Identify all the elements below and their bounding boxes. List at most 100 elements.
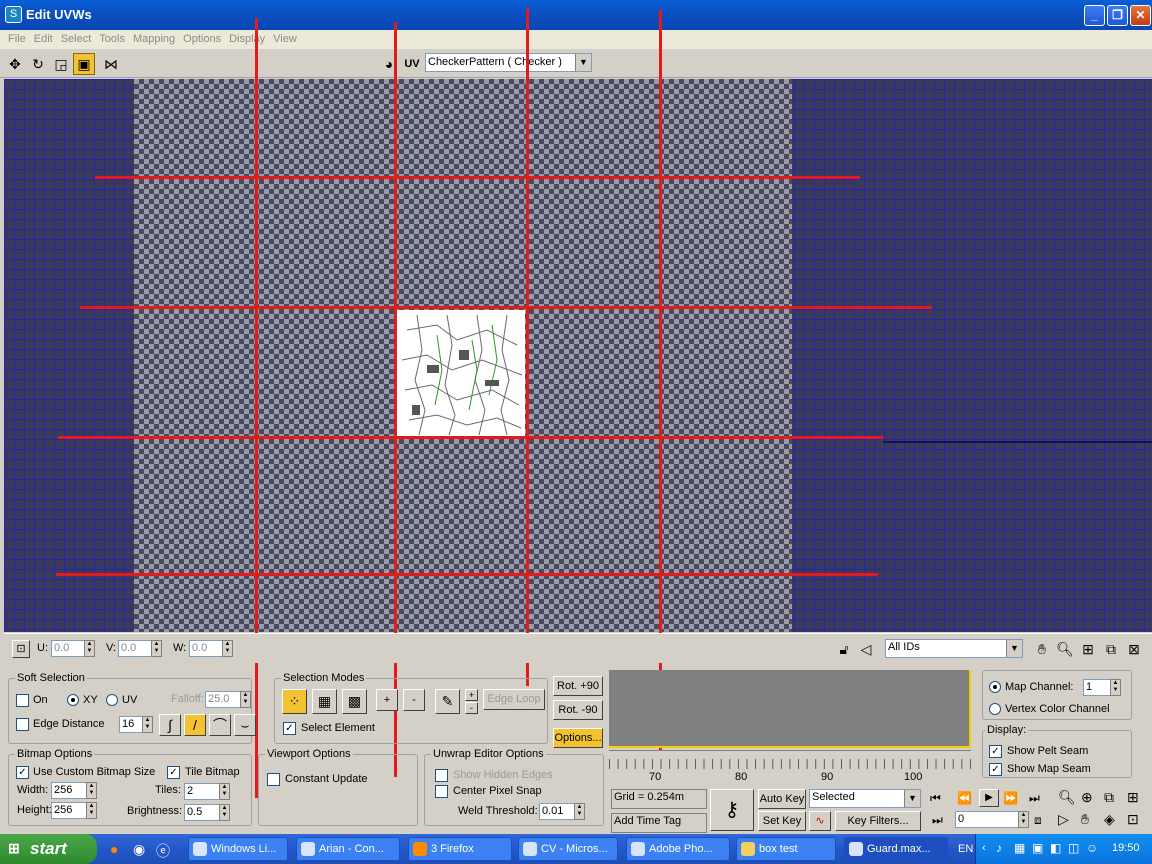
- start-button[interactable]: ⊞ start: [0, 834, 97, 864]
- spinner-icon[interactable]: ▲ ▼: [240, 691, 251, 708]
- soft-on-checkbox[interactable]: [16, 694, 29, 707]
- task-photoshop[interactable]: Adobe Pho...: [626, 837, 730, 861]
- zoom-extents-icon[interactable]: ⧉: [1104, 789, 1114, 806]
- next-frame-icon[interactable]: ⏩: [1003, 791, 1018, 805]
- xy-radio[interactable]: [67, 694, 79, 706]
- edge-mode-icon[interactable]: ▦: [312, 689, 337, 714]
- menu-tools[interactable]: Tools: [95, 30, 129, 45]
- tray-app-icon[interactable]: ◧: [1050, 841, 1061, 855]
- map-channel-radio[interactable]: [989, 681, 1001, 693]
- frame-field[interactable]: 0 ▲ ▼: [955, 811, 1029, 828]
- weld-threshold-field[interactable]: 0.01 ▲ ▼: [539, 803, 585, 820]
- zoom-icon[interactable]: 🔍︎: [1054, 638, 1076, 660]
- edge-distance-field[interactable]: 16 ▲ ▼: [119, 716, 153, 733]
- tray-network-icon[interactable]: ◫: [1068, 841, 1079, 855]
- tray-app-icon[interactable]: ▣: [1032, 841, 1043, 855]
- falloff-linear-icon[interactable]: /: [184, 714, 206, 736]
- menu-file[interactable]: File: [0, 30, 30, 45]
- options-button[interactable]: Options...: [553, 728, 603, 748]
- zoom-extents-all-icon[interactable]: ⊞: [1127, 789, 1139, 806]
- media-quicklaunch-icon[interactable]: ◉: [133, 841, 145, 858]
- task-word[interactable]: CV - Micros...: [518, 837, 618, 861]
- edge-loop-button[interactable]: Edge Loop: [483, 689, 545, 710]
- set-key-button[interactable]: Set Key: [758, 811, 806, 831]
- grow-selection-button[interactable]: +: [376, 689, 398, 711]
- go-to-end-icon[interactable]: ⏭: [1029, 791, 1040, 806]
- falloff-slow-icon[interactable]: ⌒: [209, 714, 231, 736]
- menu-mapping[interactable]: Mapping: [129, 30, 179, 45]
- map-channel-field[interactable]: 1 ▲ ▼: [1083, 679, 1121, 696]
- chevron-down-icon[interactable]: ▼: [575, 54, 591, 71]
- task-windows-live[interactable]: Windows Li...: [188, 837, 288, 861]
- spinner-icon[interactable]: ▲ ▼: [1018, 811, 1029, 828]
- spinner-icon[interactable]: ▲ ▼: [86, 802, 97, 819]
- key-filters-button[interactable]: Key Filters...: [835, 811, 921, 831]
- show-map-seam-checkbox[interactable]: ✓: [989, 763, 1002, 776]
- key-mode-icon[interactable]: ⏭: [932, 813, 943, 828]
- face-mode-icon[interactable]: ▩: [342, 689, 367, 714]
- uv-radio[interactable]: [106, 694, 118, 706]
- map-select[interactable]: CheckerPattern ( Checker ) ▼: [425, 53, 592, 72]
- zoom-region-icon[interactable]: ⊞: [1077, 638, 1099, 660]
- show-pelt-seam-checkbox[interactable]: ✓: [989, 745, 1002, 758]
- task-firefox[interactable]: 3 Firefox: [408, 837, 512, 861]
- tile-bitmap-checkbox[interactable]: ✓: [167, 766, 180, 779]
- use-custom-bitmap-checkbox[interactable]: ✓: [16, 766, 29, 779]
- center-pixel-snap-checkbox[interactable]: [435, 785, 448, 798]
- width-field[interactable]: 256 ▲ ▼: [51, 782, 97, 799]
- menu-display[interactable]: Display: [225, 30, 269, 45]
- u-field[interactable]: 0.0 ▲ ▼: [51, 640, 95, 657]
- tray-arrow-icon[interactable]: ‹: [982, 842, 986, 854]
- selected-dropdown[interactable]: Selected ▼: [809, 789, 921, 808]
- spinner-icon[interactable]: ▲ ▼: [84, 640, 95, 657]
- uv-viewport[interactable]: [4, 79, 1152, 632]
- vertex-mode-icon[interactable]: ⁘: [282, 689, 307, 714]
- spinner-icon[interactable]: ▲ ▼: [1110, 679, 1121, 696]
- task-arian[interactable]: Arian - Con...: [296, 837, 400, 861]
- clock[interactable]: 19:50: [1112, 842, 1140, 854]
- paint-select-icon[interactable]: ✎: [435, 689, 460, 714]
- select-element-checkbox[interactable]: ✓: [283, 722, 296, 735]
- zoom-extents-icon[interactable]: ⧉: [1100, 638, 1122, 660]
- spinner-icon[interactable]: ▲ ▼: [86, 782, 97, 799]
- spinner-icon[interactable]: ▲ ▼: [222, 640, 233, 657]
- vertex-color-radio[interactable]: [989, 703, 1001, 715]
- pan-icon[interactable]: ✋︎: [1031, 638, 1053, 660]
- tray-user-icon[interactable]: ☺: [1086, 841, 1098, 855]
- scale-icon[interactable]: ◲: [50, 53, 72, 75]
- edge-distance-checkbox[interactable]: [16, 718, 29, 731]
- restore-button[interactable]: ❐: [1107, 5, 1128, 26]
- orbit-icon[interactable]: ◈: [1104, 811, 1115, 828]
- menu-view[interactable]: View: [269, 30, 301, 45]
- rotate-icon[interactable]: ↻: [27, 53, 49, 75]
- curve-icon[interactable]: ∿: [809, 811, 831, 831]
- transform-type-icon[interactable]: ⊡: [12, 640, 30, 658]
- play-icon[interactable]: ▶: [979, 789, 999, 807]
- falloff-fast-icon[interactable]: ⌣: [234, 714, 256, 736]
- falloff-smooth-icon[interactable]: ∫: [159, 714, 181, 736]
- max-viewport[interactable]: [609, 670, 971, 748]
- snap-icon[interactable]: ⊠: [1123, 638, 1145, 660]
- v-field[interactable]: 0.0 ▲ ▼: [118, 640, 162, 657]
- height-field[interactable]: 256 ▲ ▼: [51, 802, 97, 819]
- previous-frame-icon[interactable]: ⏪: [957, 791, 972, 805]
- shrink-selection-button[interactable]: -: [403, 689, 425, 711]
- mirror-icon[interactable]: ⋈: [100, 53, 122, 75]
- show-hidden-edges-checkbox[interactable]: [435, 769, 448, 782]
- language-indicator[interactable]: EN: [958, 843, 973, 855]
- field-of-view-icon[interactable]: ▷: [1058, 811, 1069, 828]
- close-button[interactable]: ✕: [1130, 5, 1151, 26]
- menu-options[interactable]: Options: [179, 30, 225, 45]
- spinner-icon[interactable]: ▲ ▼: [151, 640, 162, 657]
- task-box-test[interactable]: box test: [736, 837, 836, 861]
- uv-island[interactable]: [397, 310, 525, 438]
- task-3dsmax[interactable]: Guard.max...: [844, 837, 948, 861]
- spinner-icon[interactable]: ▲ ▼: [219, 783, 230, 800]
- key-icon[interactable]: ⚷: [710, 789, 754, 831]
- rotate-minus-90-button[interactable]: Rot. -90: [553, 700, 603, 720]
- time-config-icon[interactable]: ⧈: [1034, 813, 1042, 828]
- spinner-icon[interactable]: ▲ ▼: [219, 804, 230, 821]
- timeline-ruler[interactable]: 70 80 90 100: [609, 750, 971, 786]
- spinner-icon[interactable]: ▲ ▼: [574, 803, 585, 820]
- spinner-icon[interactable]: ▲ ▼: [142, 716, 153, 733]
